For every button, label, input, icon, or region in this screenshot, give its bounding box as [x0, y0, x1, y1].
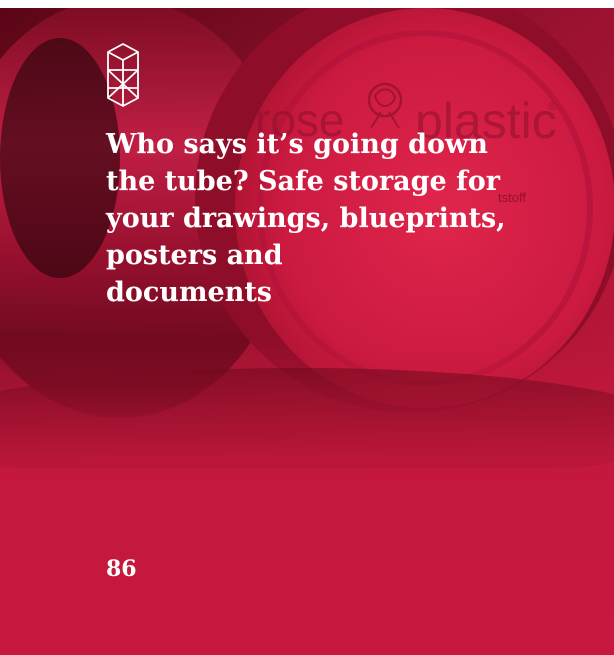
page-number: 86 — [106, 556, 137, 582]
svg-text:®: ® — [548, 99, 557, 113]
brochure-page: rose plastic ® tstoff Who says it’s goin… — [0, 8, 614, 655]
photo-fade — [0, 338, 614, 538]
cube-wireframe-icon — [107, 43, 139, 107]
headline: Who says it’s going down the tube? Safe … — [106, 129, 506, 308]
